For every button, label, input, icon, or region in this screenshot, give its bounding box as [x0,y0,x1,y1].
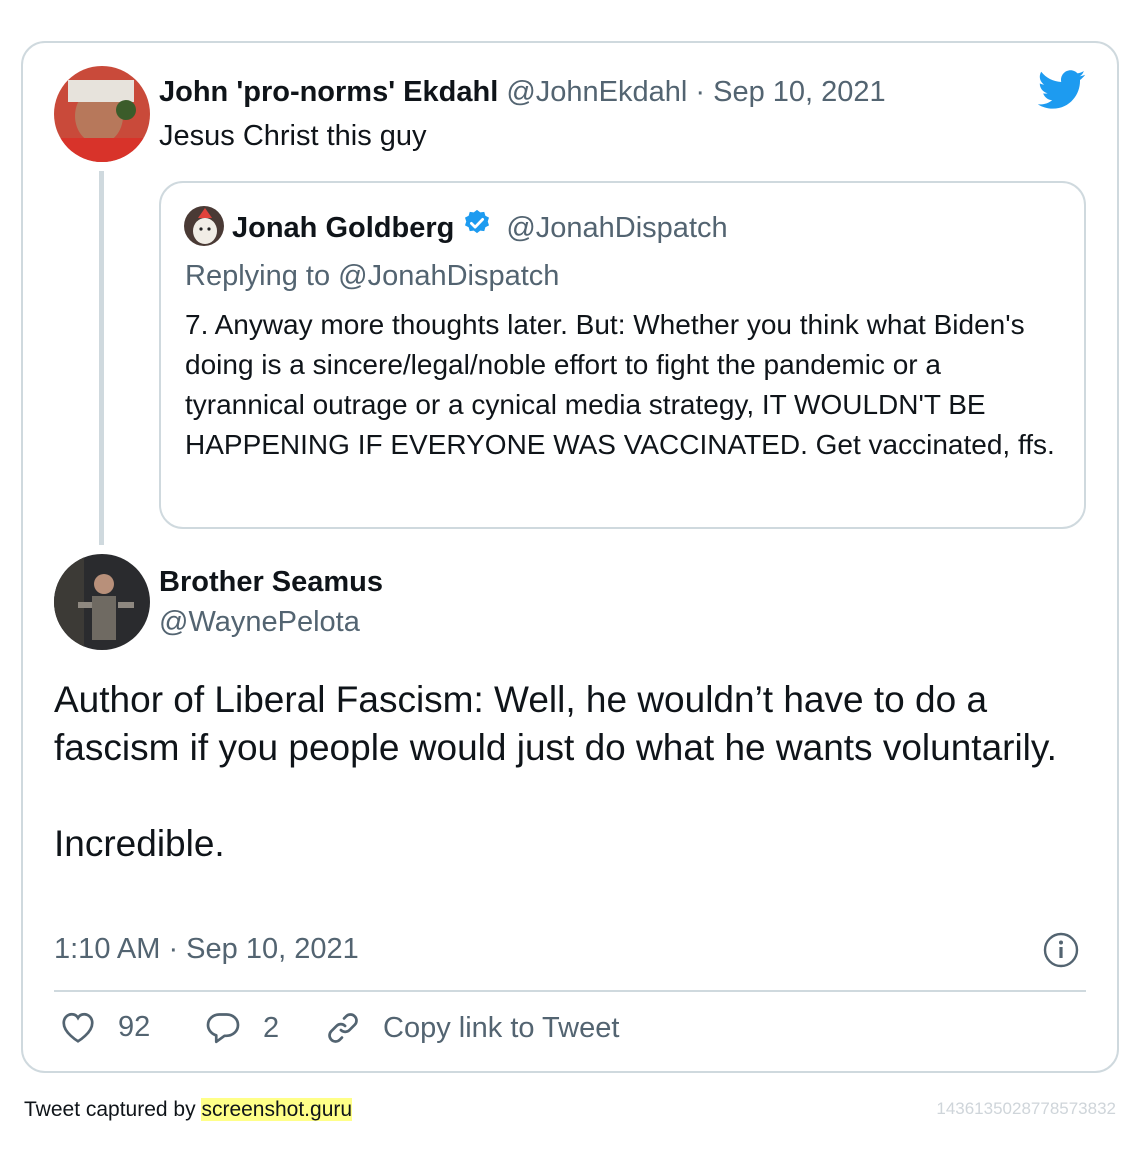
replying-to-label[interactable]: Replying to @JonahDispatch [185,258,559,294]
quoted-display-name[interactable]: Jonah Goldberg [232,210,454,246]
verified-badge-icon [462,208,492,247]
main-display-name[interactable]: Brother Seamus [159,564,383,600]
copy-link-label: Copy link to Tweet [383,1011,620,1044]
main-handle[interactable]: @WaynePelota [159,604,360,640]
tweet-id: 1436135028778573832 [936,1099,1116,1118]
quoted-tweet-text: 7. Anyway more thoughts later. But: Whet… [185,309,1055,460]
like-button[interactable]: 92 [60,1010,150,1044]
reply-button[interactable]: 2 [205,1010,279,1046]
main-tweet-paragraph: Incredible. [54,823,225,864]
parent-tweet-header: John 'pro-norms' Ekdahl @JohnEkdahl · Se… [159,74,886,110]
copy-link-button[interactable]: Copy link to Tweet [325,1010,619,1046]
main-tweet-text: Author of Liberal Fascism: Well, he woul… [54,676,1094,868]
screenshot-guru-link[interactable]: screenshot.guru [201,1098,353,1121]
capture-footer: Tweet captured by screenshot.guru [24,1098,353,1122]
divider [54,990,1086,992]
main-tweet-paragraph: Author of Liberal Fascism: Well, he woul… [54,679,1057,768]
tweet-timestamp[interactable]: 1:10 AM · Sep 10, 2021 [54,931,359,967]
captured-by-label: Tweet captured by [24,1098,196,1121]
reply-bubble-icon [205,1010,241,1046]
quoted-tweet-header: Jonah Goldberg @JonahDispatch [232,208,728,247]
parent-date[interactable]: Sep 10, 2021 [713,76,886,108]
parent-handle[interactable]: @JohnEkdahl [506,76,687,108]
parent-display-name[interactable]: John 'pro-norms' Ekdahl [159,76,498,108]
parent-separator: · [695,76,706,108]
quoted-handle[interactable]: @JonahDispatch [506,210,727,246]
twitter-bird-icon[interactable] [1037,70,1086,115]
parent-avatar[interactable] [54,66,150,162]
reply-count: 2 [263,1011,280,1044]
thread-connector-line [99,171,104,545]
like-count: 92 [118,1010,151,1043]
heart-icon [60,1010,96,1044]
info-icon[interactable] [1043,932,1079,973]
main-avatar[interactable] [54,554,150,650]
link-icon [325,1010,361,1046]
quoted-avatar[interactable] [184,206,224,246]
parent-tweet-text: Jesus Christ this guy [159,120,427,152]
